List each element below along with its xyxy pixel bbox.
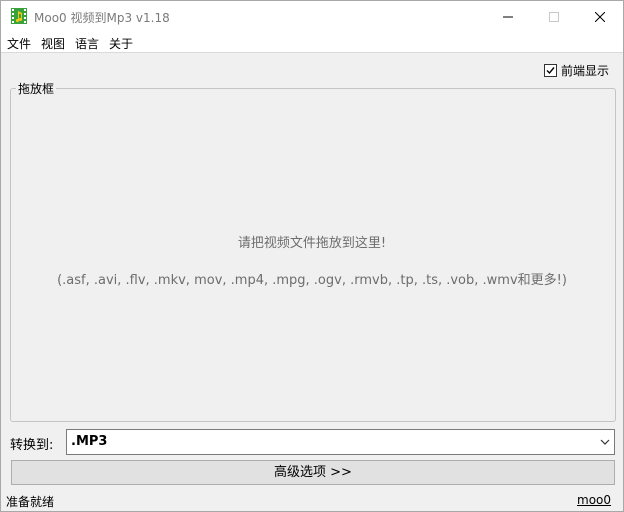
menu-view[interactable]: 视图: [41, 35, 65, 52]
window-title: Moo0 视频到Mp3 v1.18: [34, 11, 170, 25]
close-icon: [595, 11, 605, 22]
output-format-value: .MP3: [71, 434, 108, 449]
app-film-music-icon: [11, 8, 27, 24]
checkmark-icon: [546, 67, 555, 75]
maximize-icon: [549, 11, 559, 22]
close-button[interactable]: [577, 1, 623, 32]
menu-about[interactable]: 关于: [109, 35, 133, 52]
always-on-top-checkbox[interactable]: 前端显示: [544, 62, 609, 79]
minimize-icon: [503, 16, 513, 17]
minimize-button[interactable]: [485, 1, 531, 32]
drop-hint-text: 请把视频文件拖放到这里!: [237, 236, 387, 251]
drop-zone[interactable]: [10, 88, 616, 422]
status-text: 准备就绪: [6, 495, 55, 509]
menu-file[interactable]: 文件: [7, 35, 31, 52]
checkbox-box[interactable]: [544, 64, 557, 77]
supported-formats-text: (.asf, .avi, .flv, .mkv, mov, .mp4, .mpg…: [57, 273, 567, 288]
drop-zone-legend: 拖放框: [16, 80, 57, 97]
moo0-link[interactable]: moo0: [577, 493, 611, 507]
chevron-down-icon: [600, 439, 610, 445]
always-on-top-label: 前端显示: [561, 64, 610, 78]
maximize-button[interactable]: [531, 1, 577, 32]
app-window: Moo0 视频到Mp3 v1.18 文件 视图 语言 关于 前端显示 拖放框 请…: [0, 0, 624, 512]
convert-to-label: 转换到:: [10, 438, 54, 453]
menu-language[interactable]: 语言: [75, 35, 99, 52]
advanced-options-button[interactable]: 高级选项 >>: [11, 460, 615, 485]
output-format-select[interactable]: .MP3: [66, 429, 615, 455]
menu-bar: 文件 视图 语言 关于: [1, 32, 623, 53]
title-bar[interactable]: Moo0 视频到Mp3 v1.18: [1, 1, 623, 32]
